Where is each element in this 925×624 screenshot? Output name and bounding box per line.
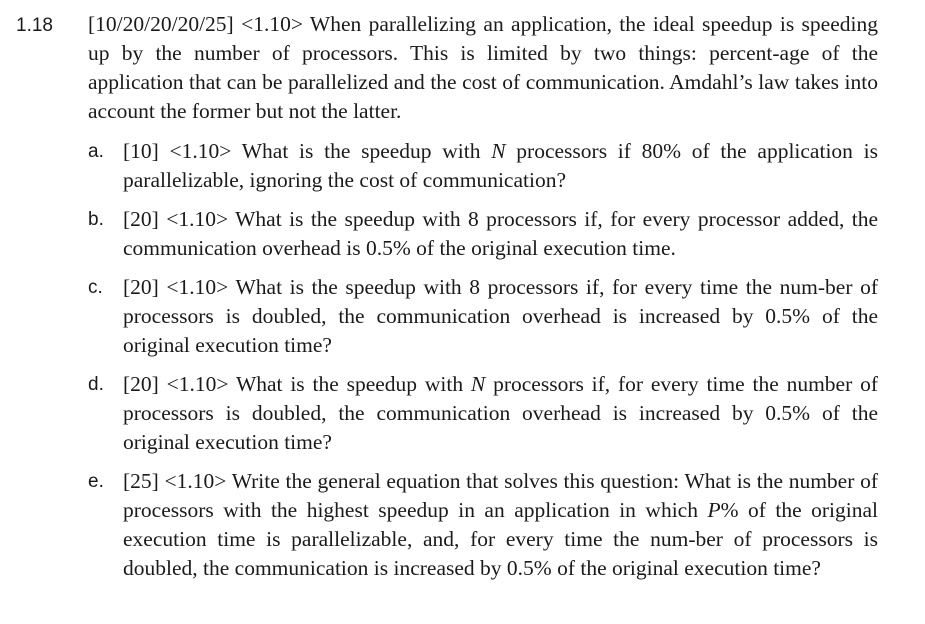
variable-n: N: [491, 139, 506, 163]
variable-p: P: [707, 498, 721, 522]
subquestion-letter: a.: [88, 141, 104, 162]
exercise-intro: [10/20/20/20/25] <1.10> When parallelizi…: [88, 12, 878, 123]
subquestion-text: [10] <1.10> What is the speedup with N p…: [123, 137, 878, 195]
subquestion-letter: b.: [88, 209, 104, 230]
textbook-page: 1.18 [10/20/20/20/25] <1.10> When parall…: [0, 0, 925, 624]
subquestion-letter: c.: [88, 277, 103, 298]
subquestion-text: [20] <1.10> What is the speedup with N p…: [123, 370, 878, 457]
subquestion-text-start: [20] <1.10> What is the speedup with: [123, 372, 471, 396]
subquestion-letter: e.: [88, 471, 104, 492]
subquestion-text-start: [10] <1.10> What is the speedup with: [123, 139, 492, 163]
variable-n: N: [470, 372, 486, 396]
subquestion-letter: d.: [88, 374, 104, 395]
subquestion-text: [25] <1.10> Write the general equation t…: [123, 467, 878, 583]
subquestion-text: [20] <1.10> What is the speedup with 8 p…: [123, 275, 878, 357]
exercise-number: 1.18: [16, 15, 53, 36]
subquestion-text: [20] <1.10> What is the speedup with 8 p…: [123, 207, 878, 260]
